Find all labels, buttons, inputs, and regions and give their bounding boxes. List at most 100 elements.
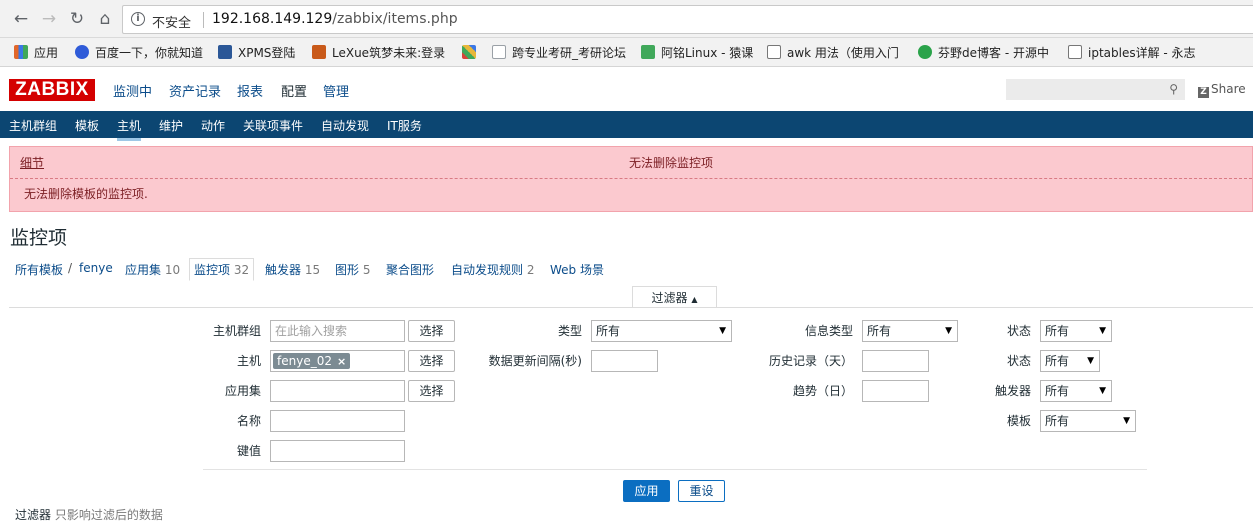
tab-count: 2 xyxy=(526,263,535,277)
reload-icon[interactable]: ↻ xyxy=(66,8,88,30)
host-label: 主机 xyxy=(236,354,261,368)
application-input[interactable] xyxy=(270,380,405,402)
address-bar[interactable]: i 不安全 192.168.149.129/zabbix/items.php xyxy=(122,5,1253,34)
page-title: 监控项 xyxy=(10,227,68,249)
tab-graphs[interactable]: 图形 5 xyxy=(335,261,370,278)
name-input[interactable] xyxy=(270,410,405,432)
tab-label: 监控项 xyxy=(194,263,231,277)
info-type-label: 信息类型 xyxy=(804,324,853,338)
error-details-toggle[interactable]: 细节 xyxy=(20,154,44,171)
subnav-actions[interactable]: 动作 xyxy=(201,117,225,134)
insecure-label: 不安全 xyxy=(152,16,192,31)
lexue-icon xyxy=(312,45,326,59)
bookmark-xpms[interactable]: XPMS登陆 xyxy=(218,45,295,61)
tab-discovery-rules[interactable]: 自动发现规则 2 xyxy=(451,261,534,278)
crumb-all-templates[interactable]: 所有模板 xyxy=(15,261,63,278)
dropdown-arrow-icon: ▼ xyxy=(1123,416,1130,426)
bookmark-awk[interactable]: awk 用法（使用入门 xyxy=(767,45,907,61)
subnav-templates[interactable]: 模板 xyxy=(75,117,99,134)
error-divider xyxy=(10,178,1252,179)
url-text: 192.168.149.129/zabbix/items.php xyxy=(212,11,458,27)
tab-items[interactable]: 监控项 32 xyxy=(189,258,255,281)
oschina-icon xyxy=(918,45,932,59)
status-select[interactable]: 所有 ▼ xyxy=(1040,320,1112,342)
state-label: 状态 xyxy=(1006,354,1031,368)
apps-grid-icon xyxy=(14,45,28,59)
key-input[interactable] xyxy=(270,440,405,462)
info-type-value: 所有 xyxy=(867,324,892,338)
tab-label: 触发器 xyxy=(265,263,302,277)
application-select-button[interactable]: 选择 xyxy=(408,380,455,402)
host-group-select-button[interactable]: 选择 xyxy=(408,320,455,342)
history-label: 历史记录（天） xyxy=(768,354,853,368)
bookmark-kaoyan[interactable]: 跨专业考研_考研论坛 xyxy=(492,45,632,61)
home-icon[interactable]: ⌂ xyxy=(94,8,116,30)
tab-count: 32 xyxy=(233,263,250,277)
bookmark-iptables[interactable]: iptables详解 - 永志 xyxy=(1068,45,1203,61)
filter-divider xyxy=(203,469,1147,470)
share-link[interactable]: Z Share xyxy=(1198,82,1246,98)
application-label: 应用集 xyxy=(224,384,261,398)
bookmark-label: 百度一下，你就知道 xyxy=(95,46,204,60)
topnav-configuration[interactable]: 配置 xyxy=(281,81,308,114)
template-select[interactable]: 所有 ▼ xyxy=(1040,410,1136,432)
lambda-icon xyxy=(1068,45,1082,59)
xpms-icon xyxy=(218,45,232,59)
forward-arrow-icon[interactable]: → xyxy=(38,8,60,30)
bookmark-label: XPMS登陆 xyxy=(238,46,296,60)
apply-button[interactable]: 应用 xyxy=(623,480,670,502)
dropdown-arrow-icon: ▼ xyxy=(945,326,952,336)
info-type-select[interactable]: 所有 ▼ xyxy=(862,320,958,342)
state-value: 所有 xyxy=(1045,354,1070,368)
dropdown-arrow-icon: ▼ xyxy=(719,326,726,336)
type-select[interactable]: 所有 ▼ xyxy=(591,320,732,342)
host-group-input[interactable]: 在此输入搜索 xyxy=(270,320,405,342)
crumb-host[interactable]: fenye xyxy=(79,261,113,275)
bookmark-baidu[interactable]: 百度一下，你就知道 xyxy=(75,45,203,61)
collapse-arrow-icon: ▲ xyxy=(691,295,698,304)
state-select[interactable]: 所有 ▼ xyxy=(1040,350,1100,372)
bookmark-label: 芬野de博客 - 开源中 xyxy=(938,46,1049,60)
topnav-administration[interactable]: 管理 xyxy=(323,81,349,100)
host-select-button[interactable]: 选择 xyxy=(408,350,455,372)
global-search-input[interactable]: ⚲ xyxy=(1006,79,1185,100)
trends-label: 趋势（日） xyxy=(792,384,853,398)
subnav-maintenance[interactable]: 维护 xyxy=(159,117,183,134)
subnav-hosts[interactable]: 主机 xyxy=(117,117,142,141)
tab-applications[interactable]: 应用集 10 xyxy=(125,261,180,278)
browser-toolbar: ← → ↻ ⌂ i 不安全 192.168.149.129/zabbix/ite… xyxy=(0,0,1253,38)
bookmark-lexue[interactable]: LeXue筑梦未来:登录 xyxy=(312,45,452,61)
lambda-icon xyxy=(767,45,781,59)
triggers-select[interactable]: 所有 ▼ xyxy=(1040,380,1112,402)
bookmark-slack[interactable] xyxy=(462,45,482,61)
back-arrow-icon[interactable]: ← xyxy=(10,8,32,30)
slack-icon xyxy=(462,45,476,59)
filter-toggle-tab[interactable]: 过滤器 ▲ xyxy=(632,286,717,308)
history-input[interactable] xyxy=(862,350,929,372)
filter-note-label: 过滤器 xyxy=(15,508,52,522)
topnav-inventory[interactable]: 资产记录 xyxy=(169,81,221,100)
reset-button[interactable]: 重设 xyxy=(678,480,725,502)
bookmark-label: awk 用法（使用入门 xyxy=(787,46,899,60)
tab-web-scenarios[interactable]: Web 场景 xyxy=(550,261,604,278)
info-icon[interactable]: i xyxy=(131,12,145,26)
remove-tag-icon[interactable]: × xyxy=(337,355,346,368)
trends-input[interactable] xyxy=(862,380,929,402)
dropdown-arrow-icon: ▼ xyxy=(1099,386,1106,396)
bookmark-apps[interactable]: 应用 xyxy=(14,45,58,61)
update-interval-input[interactable] xyxy=(591,350,658,372)
topnav-reports[interactable]: 报表 xyxy=(237,81,263,100)
update-interval-label: 数据更新间隔(秒) xyxy=(488,354,582,368)
tab-triggers[interactable]: 触发器 15 xyxy=(265,261,320,278)
subnav-correlation[interactable]: 关联项事件 xyxy=(243,117,303,134)
tab-screens[interactable]: 聚合图形 xyxy=(386,261,434,278)
search-icon[interactable]: ⚲ xyxy=(1169,82,1178,96)
bookmark-oschina[interactable]: 芬野de博客 - 开源中 xyxy=(918,45,1058,61)
baidu-paw-icon xyxy=(75,45,89,59)
zabbix-logo[interactable]: ZABBIX xyxy=(9,79,95,101)
subnav-host-groups[interactable]: 主机群组 xyxy=(9,117,57,134)
topnav-monitoring[interactable]: 监测中 xyxy=(113,81,152,100)
subnav-it-services[interactable]: IT服务 xyxy=(387,117,422,134)
bookmark-aming[interactable]: 阿铭Linux - 猿课 xyxy=(641,45,753,61)
subnav-discovery[interactable]: 自动发现 xyxy=(321,117,369,134)
